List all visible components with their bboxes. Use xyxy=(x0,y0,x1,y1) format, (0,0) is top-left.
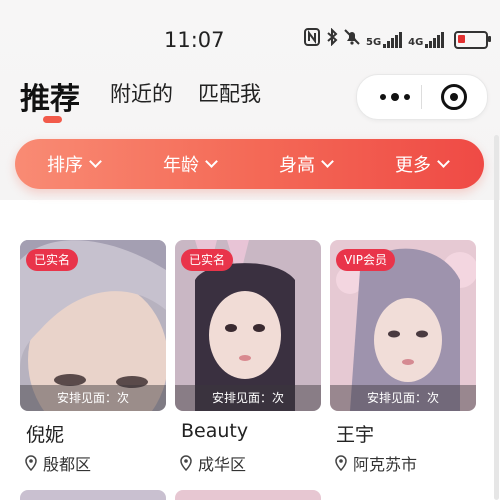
nfc-icon xyxy=(304,28,320,52)
location-pin-icon xyxy=(335,455,347,471)
profile-location: 成华区 xyxy=(179,451,246,475)
location-pin-icon xyxy=(180,455,192,471)
profile-name: Beauty xyxy=(181,420,249,442)
filter-sort-label: 排序 xyxy=(47,155,83,176)
chevron-down-icon xyxy=(89,155,102,168)
status-time: 11:07 xyxy=(164,28,225,52)
profile-location: 殷都区 xyxy=(24,451,91,475)
battery-icon xyxy=(454,31,492,49)
profile-location: 阿克苏市 xyxy=(334,451,417,475)
chevron-down-icon xyxy=(437,155,450,168)
active-tab-indicator xyxy=(43,116,62,123)
filter-height-label: 身高 xyxy=(279,155,315,176)
verified-badge: 已实名 xyxy=(181,249,234,271)
profile-photo[interactable]: VIP会员 安排见面：次 xyxy=(330,240,476,411)
more-options-icon[interactable] xyxy=(373,91,417,103)
profile-card-partial[interactable] xyxy=(20,490,166,500)
status-icons: 5G 4G xyxy=(304,27,492,52)
tab-match-me[interactable]: 匹配我 xyxy=(198,78,261,108)
location-text: 殷都区 xyxy=(43,455,92,474)
filter-age-label: 年龄 xyxy=(163,155,199,176)
filter-more-label: 更多 xyxy=(395,155,431,176)
location-text: 阿克苏市 xyxy=(353,455,418,474)
meet-count: 安排见面：次 xyxy=(20,385,166,411)
profile-card[interactable]: 已实名 安排见面：次 倪妮 殷都区 xyxy=(20,240,166,474)
profile-photo[interactable]: 已实名 安排见面：次 xyxy=(20,240,166,411)
chevron-down-icon xyxy=(205,155,218,168)
close-mini-program-icon[interactable] xyxy=(441,84,467,110)
filter-more[interactable]: 更多 xyxy=(395,151,450,177)
location-text: 成华区 xyxy=(198,455,247,474)
filter-age[interactable]: 年龄 xyxy=(163,151,218,177)
meet-count: 安排见面：次 xyxy=(330,385,476,411)
location-pin-icon xyxy=(25,455,37,471)
signal-4g-icon: 4G xyxy=(408,32,445,48)
scrollbar[interactable] xyxy=(494,135,499,500)
filter-sort[interactable]: 排序 xyxy=(47,151,102,177)
meet-count: 安排见面：次 xyxy=(175,385,321,411)
filter-bar: 排序 年龄 身高 更多 xyxy=(15,139,484,189)
profile-card[interactable]: VIP会员 安排见面：次 王宇 阿克苏市 xyxy=(330,240,476,474)
chevron-down-icon xyxy=(321,155,334,168)
profile-card-partial[interactable] xyxy=(175,490,321,500)
mute-icon xyxy=(344,28,360,52)
profile-photo[interactable]: 已实名 安排见面：次 xyxy=(175,240,321,411)
verified-badge: 已实名 xyxy=(26,249,79,271)
vip-badge: VIP会员 xyxy=(336,249,395,271)
filter-height[interactable]: 身高 xyxy=(279,151,334,177)
capsule-divider xyxy=(421,85,422,109)
mini-program-capsule xyxy=(356,74,488,120)
tab-recommend[interactable]: 推荐 xyxy=(20,74,80,118)
tab-nearby[interactable]: 附近的 xyxy=(110,78,173,108)
profile-name: 倪妮 xyxy=(26,424,65,446)
bluetooth-icon xyxy=(326,27,338,52)
signal-5g-icon: 5G xyxy=(366,32,403,48)
profile-card[interactable]: 已实名 安排见面：次 Beauty 成华区 xyxy=(175,240,321,474)
profile-name: 王宇 xyxy=(336,424,375,446)
